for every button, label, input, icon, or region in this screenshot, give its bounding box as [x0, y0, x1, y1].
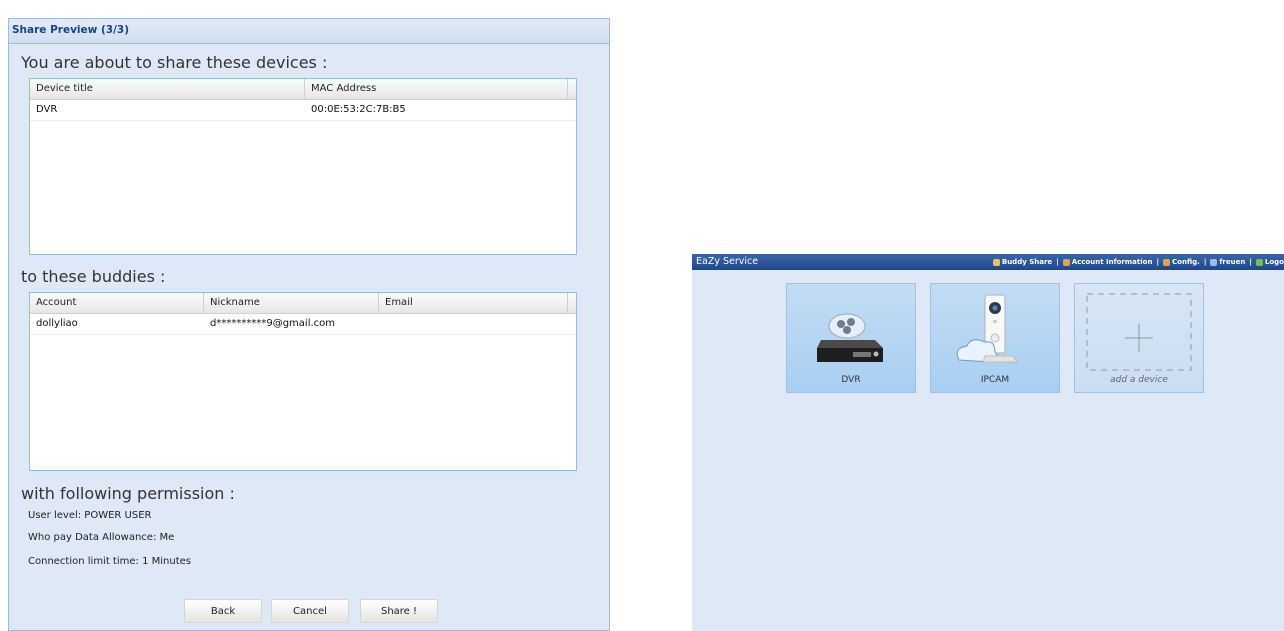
logout-icon: [1255, 258, 1263, 266]
config-icon: [1163, 258, 1171, 266]
account-information-link[interactable]: Account Information: [1062, 254, 1153, 270]
buddies-grid-header: Account Nickname Email: [30, 293, 576, 314]
ipcam-icon: [956, 294, 1018, 363]
buddies-grid: Account Nickname Email dollyliao d******…: [29, 292, 577, 471]
buddy-share-link[interactable]: Buddy Share: [992, 254, 1053, 270]
add-device-icon: [1086, 293, 1192, 371]
menu-separator: |: [1156, 258, 1160, 266]
table-row[interactable]: dollyliao d**********9@gmail.com: [30, 314, 576, 335]
logout-label: Logo: [1264, 258, 1284, 266]
menu-separator: |: [1249, 258, 1252, 266]
share-preview-dialog: Share Preview (3/3) You are about to sha…: [8, 18, 610, 631]
dvr-icon: [817, 313, 883, 362]
buddy-share-icon: [992, 258, 1000, 266]
menu-separator: |: [1056, 258, 1059, 266]
column-device-title[interactable]: Device title: [30, 79, 305, 99]
devices-grid-header: Device title MAC Address: [30, 79, 576, 100]
user-level-text: User level: POWER USER: [28, 510, 152, 521]
menu-separator: |: [1203, 258, 1207, 266]
mac-address-cell: 00:0E:53:2C:7B:B5: [311, 104, 406, 115]
user-icon: [1210, 258, 1218, 266]
top-menu: Buddy Share | Account Information | Conf…: [992, 254, 1284, 270]
user-label: freuen: [1219, 258, 1246, 266]
user-link[interactable]: freuen: [1210, 254, 1245, 270]
account-cell: dollyliao: [36, 318, 78, 329]
permission-heading: with following permission :: [21, 484, 235, 503]
add-device-label: add a device: [1110, 375, 1168, 385]
config-label: Config.: [1172, 258, 1200, 266]
cancel-button[interactable]: Cancel: [271, 599, 349, 623]
dialog-title: Share Preview (3/3): [9, 19, 609, 44]
email-cell: [379, 314, 568, 334]
share-button[interactable]: Share !: [360, 599, 438, 623]
table-row[interactable]: DVR 00:0E:53:2C:7B:B5: [30, 100, 576, 121]
ipcam-label: IPCAM: [980, 375, 1010, 385]
eazy-service-panel: EaZy Service Buddy Share | Account Infor…: [692, 254, 1284, 631]
devices-grid: Device title MAC Address DVR 00:0E:53:2C…: [29, 78, 577, 255]
column-nickname[interactable]: Nickname: [204, 293, 379, 313]
column-account[interactable]: Account: [30, 293, 204, 313]
device-title-cell: DVR: [36, 104, 58, 115]
ipcam-device-tile[interactable]: IPCAM: [930, 283, 1060, 393]
back-button[interactable]: Back: [184, 599, 262, 623]
app-title: EaZy Service: [696, 256, 759, 267]
column-email[interactable]: Email: [379, 293, 568, 313]
account-information-label: Account Information: [1071, 258, 1153, 266]
data-allowance-text: Who pay Data Allowance: Me: [28, 532, 175, 543]
add-device-tile[interactable]: add a device: [1074, 283, 1204, 393]
nickname-cell: d**********9@gmail.com: [210, 318, 336, 329]
devices-heading: You are about to share these devices :: [21, 53, 328, 72]
connection-limit-text: Connection limit time: 1 Minutes: [28, 556, 191, 567]
config-link[interactable]: Config.: [1163, 254, 1200, 270]
account-icon: [1062, 258, 1070, 266]
column-mac-address[interactable]: MAC Address: [305, 79, 568, 99]
buddies-heading: to these buddies :: [21, 267, 166, 286]
logout-link[interactable]: Logo: [1255, 254, 1284, 270]
buddy-share-label: Buddy Share: [1001, 258, 1053, 266]
dvr-device-tile[interactable]: DVR: [786, 283, 916, 393]
dvr-label: DVR: [841, 375, 861, 385]
app-title-bar: EaZy Service Buddy Share | Account Infor…: [692, 254, 1284, 270]
